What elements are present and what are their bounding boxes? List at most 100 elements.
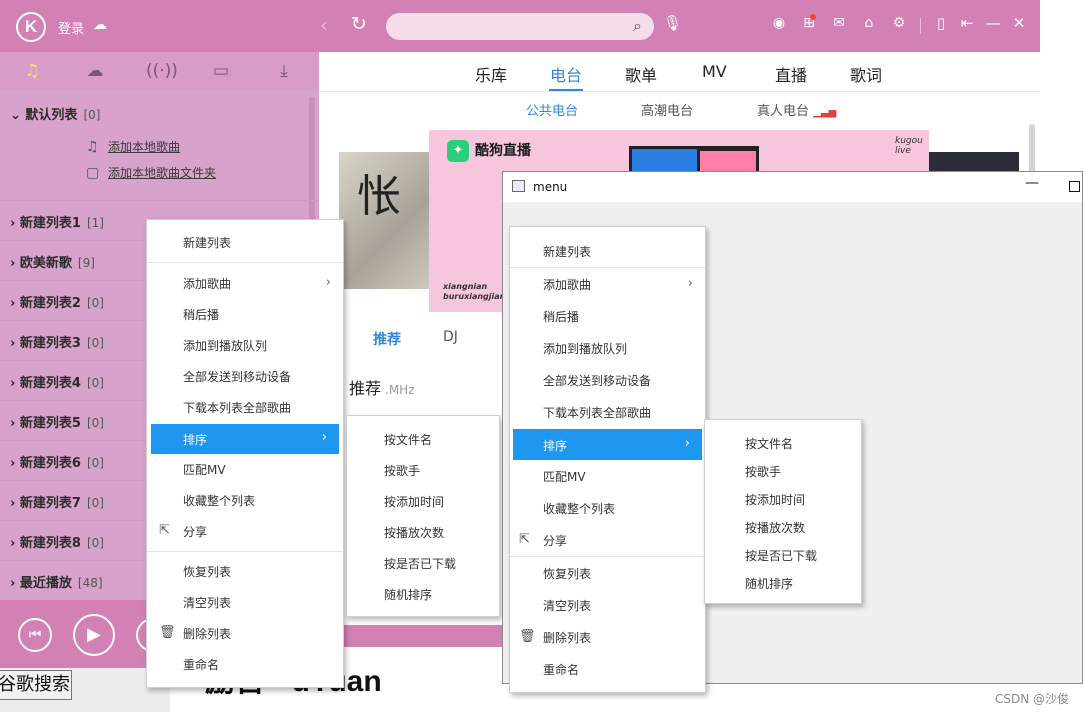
menu-item-download-all[interactable]: 下载本列表全部歌曲: [147, 399, 343, 419]
sort-by-downloaded[interactable]: 按是否已下载: [705, 547, 861, 567]
menu-item-add-to-queue[interactable]: 添加到播放队列: [147, 337, 343, 357]
back-icon[interactable]: ‹: [320, 13, 328, 37]
sort-by-added-time[interactable]: 按添加时间: [347, 493, 499, 513]
search-icon[interactable]: ⌕: [633, 16, 642, 36]
tab-mv[interactable]: MV: [702, 62, 727, 81]
subtab-live-radio[interactable]: 真人电台 ▁▃▅: [757, 100, 836, 119]
cloud-icon[interactable]: ☁: [83, 61, 107, 81]
menu-item-sort[interactable]: 排序 ›: [151, 424, 339, 454]
music-icon[interactable]: ♫: [20, 61, 44, 81]
maximize-icon[interactable]: [1069, 181, 1080, 192]
sort-by-artist[interactable]: 按歌手: [347, 462, 499, 482]
menu-item-add-song[interactable]: 添加歌曲 ›: [510, 276, 705, 296]
divider: [920, 18, 921, 34]
mini-mode-icon[interactable]: ▯: [928, 14, 954, 32]
sort-by-downloaded[interactable]: 按是否已下载: [347, 555, 499, 575]
banner-kugou-text: kugou live: [895, 136, 923, 156]
menu-item-match-mv[interactable]: 匹配MV: [147, 461, 343, 481]
tab-radio[interactable]: 电台: [550, 62, 582, 86]
notification-dot: [810, 14, 816, 20]
tab-playlists[interactable]: 歌单: [625, 62, 657, 86]
previous-icon[interactable]: ⏮: [18, 618, 52, 652]
sort-random[interactable]: 随机排序: [705, 575, 861, 595]
tab-recommend[interactable]: 推荐: [373, 329, 401, 349]
live-wave-icon: ▁▃▅: [813, 107, 837, 118]
menu-item-share[interactable]: ⇱ 分享: [147, 523, 343, 543]
menu-item-send-to-device[interactable]: 全部发送到移动设备: [147, 368, 343, 388]
add-local-folder-link[interactable]: ▢ 添加本地歌曲文件夹: [86, 164, 216, 181]
sort-by-artist[interactable]: 按歌手: [705, 463, 861, 483]
menu-item-match-mv[interactable]: 匹配MV: [510, 468, 705, 488]
menu-item-label: 按歌手: [384, 464, 421, 478]
tab-library[interactable]: 乐库: [475, 62, 507, 86]
chevron-right-icon: ›: [687, 276, 693, 291]
menu-item-rename[interactable]: 重命名: [147, 656, 343, 676]
subtab-climax-radio[interactable]: 高潮电台: [641, 100, 693, 119]
device-icon[interactable]: ▭: [209, 61, 233, 81]
playlist-label: › 最近播放 [48]: [10, 576, 103, 591]
gear-icon[interactable]: ⚙: [884, 15, 914, 31]
exit-icon[interactable]: ⇤: [954, 14, 980, 32]
menu-item-new-list[interactable]: 新建列表: [147, 234, 343, 254]
menu-item-label: 按播放次数: [384, 526, 445, 540]
tab-lyrics[interactable]: 歌词: [850, 62, 882, 86]
mail-icon[interactable]: ✉: [824, 15, 854, 31]
minimize-icon[interactable]: —: [980, 14, 1006, 32]
sort-by-play-count[interactable]: 按播放次数: [347, 524, 499, 544]
menu-item-label: 按添加时间: [384, 495, 445, 509]
section-title: 推荐 .MHz: [349, 375, 415, 399]
menu-item-play-later[interactable]: 稍后播: [510, 308, 705, 328]
banner-subtitle: xiangnian buruxiangjian: [443, 282, 506, 301]
shirt-icon[interactable]: ⌂: [854, 15, 884, 31]
download-icon[interactable]: ⤓: [272, 61, 296, 81]
sort-by-filename[interactable]: 按文件名: [705, 435, 861, 455]
menu-item-sort[interactable]: 排序 ›: [513, 429, 702, 460]
refresh-icon[interactable]: ↻: [351, 13, 367, 35]
add-local-song-link[interactable]: ♫ 添加本地歌曲: [86, 138, 180, 155]
menu-item-collect-list[interactable]: 收藏整个列表: [147, 492, 343, 512]
skin-icon[interactable]: ◉: [764, 15, 794, 31]
login-link[interactable]: 登录: [58, 18, 84, 37]
play-icon[interactable]: ▶: [73, 614, 115, 656]
tab-live[interactable]: 直播: [775, 62, 807, 86]
sort-random[interactable]: 随机排序: [347, 586, 499, 606]
menu-item-restore-list[interactable]: 恢复列表: [147, 563, 343, 583]
menu-item-delete-list[interactable]: 🗑 删除列表: [147, 625, 343, 645]
menu-item-new-list[interactable]: 新建列表: [510, 243, 705, 263]
google-search-button[interactable]: 谷歌搜索: [0, 670, 72, 700]
menu-item-collect-list[interactable]: 收藏整个列表: [510, 500, 705, 520]
menu-item-label: 删除列表: [183, 627, 232, 641]
playlist-count: [0]: [86, 456, 104, 470]
menu-item-send-to-device[interactable]: 全部发送到移动设备: [510, 372, 705, 392]
sort-by-added-time[interactable]: 按添加时间: [705, 491, 861, 511]
minimize-icon[interactable]: —: [1025, 175, 1039, 191]
menu-item-add-song[interactable]: 添加歌曲 ›: [147, 275, 343, 295]
cloud-icon[interactable]: ☁: [93, 17, 107, 33]
close-icon[interactable]: ✕: [1006, 14, 1032, 32]
menu-item-rename[interactable]: 重命名: [510, 661, 705, 681]
menu-item-add-to-queue[interactable]: 添加到播放队列: [510, 340, 705, 360]
menu-item-restore-list[interactable]: 恢复列表: [510, 565, 705, 585]
menu-item-label: 排序: [543, 439, 568, 453]
menu-item-clear-list[interactable]: 清空列表: [147, 594, 343, 614]
menu-item-label: 恢复列表: [183, 565, 232, 579]
menu-item-download-all[interactable]: 下载本列表全部歌曲: [510, 404, 705, 424]
menu-item-delete-list[interactable]: 🗑 删除列表: [510, 629, 705, 649]
tab-dj[interactable]: DJ: [443, 329, 458, 345]
search-input[interactable]: ⌕: [386, 13, 654, 40]
playlist-default[interactable]: ⌄ 默认列表 [0]: [10, 104, 100, 123]
menu-item-clear-list[interactable]: 清空列表: [510, 597, 705, 617]
subtab-public-radio[interactable]: 公共电台: [526, 100, 578, 119]
banner-calligraphy[interactable]: 怅: [339, 152, 429, 289]
menu-item-label: 重命名: [183, 658, 220, 672]
radio-icon[interactable]: ((·)): [146, 61, 178, 81]
apps-icon[interactable]: ⊞: [794, 15, 824, 31]
app-logo[interactable]: K: [16, 12, 46, 42]
menu-item-play-later[interactable]: 稍后播: [147, 306, 343, 326]
mic-icon[interactable]: 🎙: [663, 14, 682, 32]
menu-item-share[interactable]: ⇱ 分享: [510, 532, 705, 552]
menu-item-label: 清空列表: [543, 599, 592, 613]
sort-by-play-count[interactable]: 按播放次数: [705, 519, 861, 539]
sort-by-filename[interactable]: 按文件名: [347, 431, 499, 451]
menu-item-label: 下载本列表全部歌曲: [543, 406, 652, 420]
